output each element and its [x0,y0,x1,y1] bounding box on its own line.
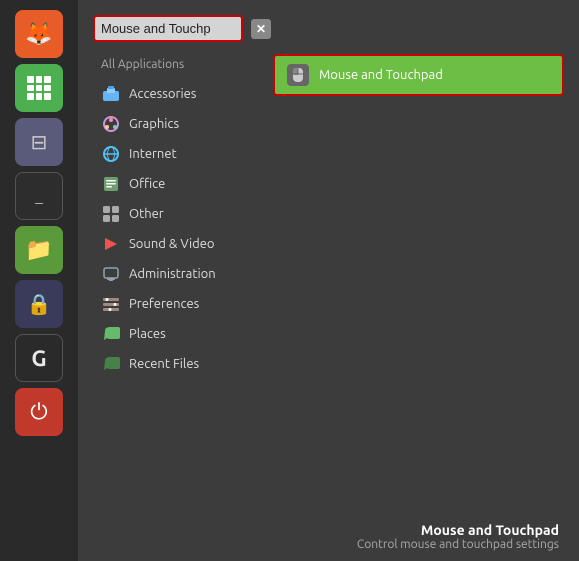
recent-files-icon [101,354,121,374]
recent-files-label: Recent Files [129,357,199,371]
sound-video-label: Sound & Video [129,237,215,251]
category-item-accessories[interactable]: Accessories [93,79,263,109]
office-icon [101,174,121,194]
sidebar-icon-lock[interactable]: 🔒 [15,280,63,328]
graphics-icon [101,114,121,134]
administration-icon [101,264,121,284]
places-icon [101,324,121,344]
preferences-label: Preferences [129,297,199,311]
office-label: Office [129,177,165,191]
search-input-wrapper[interactable] [93,15,243,42]
all-apps-label: All Applications [93,54,263,75]
other-icon [101,204,121,224]
bottom-app-name: Mouse and Touchpad [176,522,559,538]
internet-label: Internet [129,147,177,161]
category-item-recent-files[interactable]: Recent Files [93,349,263,379]
administration-label: Administration [129,267,216,281]
content-area: All Applications Accessories Graphics In… [93,54,564,561]
sidebar-icon-grammarly[interactable]: G [15,334,63,382]
sidebar-icon-grid[interactable] [15,64,63,112]
category-item-other[interactable]: Other [93,199,263,229]
result-item-mouse-touchpad[interactable]: Mouse and Touchpad [273,54,564,96]
result-mouse-touchpad-label: Mouse and Touchpad [319,68,443,82]
main-panel: ✕ All Applications Accessories Graphics [78,0,579,561]
category-item-internet[interactable]: Internet [93,139,263,169]
other-label: Other [129,207,164,221]
preferences-icon [101,294,121,314]
category-item-administration[interactable]: Administration [93,259,263,289]
places-label: Places [129,327,166,341]
category-item-places[interactable]: Places [93,319,263,349]
category-item-preferences[interactable]: Preferences [93,289,263,319]
accessories-label: Accessories [129,87,196,101]
sidebar-icon-terminal[interactable]: _ [15,172,63,220]
accessories-icon [101,84,121,104]
bottom-info-bar: Mouse and Touchpad Control mouse and tou… [156,512,579,561]
search-clear-button[interactable]: ✕ [251,19,271,39]
sidebar-icon-ui[interactable]: ⊟ [15,118,63,166]
graphics-label: Graphics [129,117,179,131]
mouse-touchpad-icon [287,64,309,86]
internet-icon [101,144,121,164]
sound-video-icon [101,234,121,254]
categories-panel: All Applications Accessories Graphics In… [93,54,263,561]
sidebar-icon-firefox[interactable]: 🦊 [15,10,63,58]
sidebar-icon-power[interactable]: ⏻ [15,388,63,436]
category-item-sound-video[interactable]: Sound & Video [93,229,263,259]
search-input[interactable] [101,21,211,36]
results-panel: Mouse and Touchpad [273,54,564,561]
category-item-graphics[interactable]: Graphics [93,109,263,139]
bottom-app-desc: Control mouse and touchpad settings [176,538,559,551]
sidebar: 🦊 ⊟ _ 📁 🔒 G ⏻ [0,0,78,561]
search-bar: ✕ [93,15,564,42]
category-item-office[interactable]: Office [93,169,263,199]
sidebar-icon-folder[interactable]: 📁 [15,226,63,274]
